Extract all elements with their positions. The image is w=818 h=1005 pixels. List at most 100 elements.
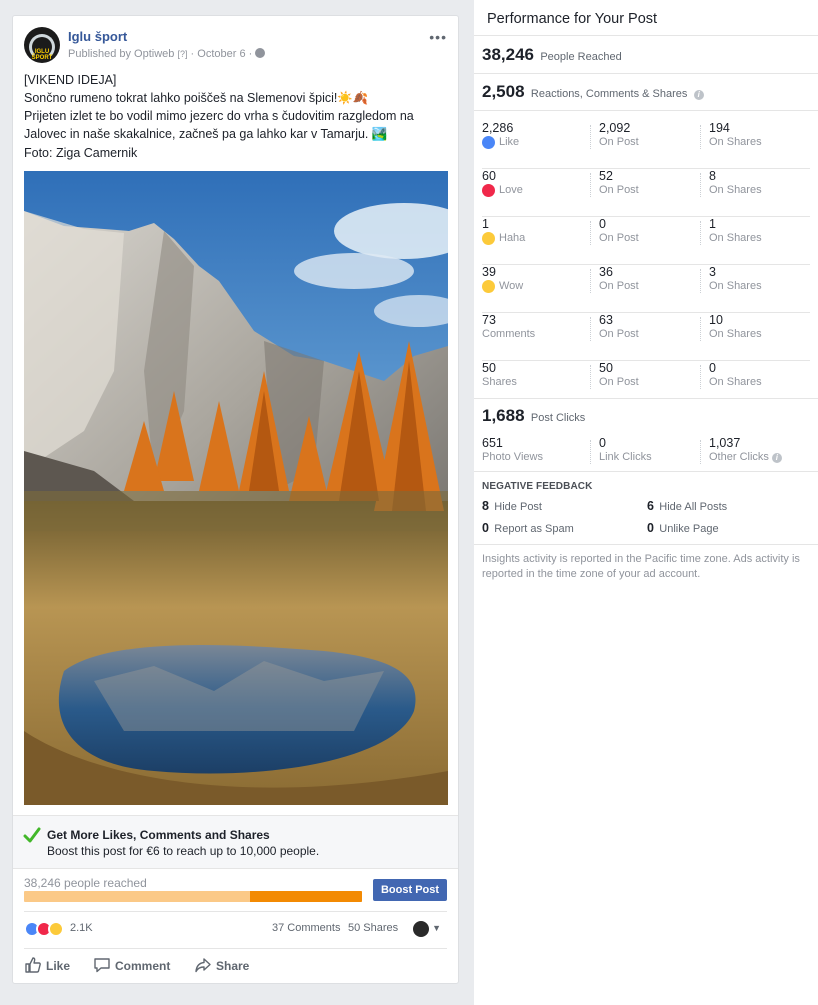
- divider: [474, 35, 818, 36]
- on-shares-value: 1: [709, 217, 716, 231]
- on-post-value: 52: [599, 169, 613, 183]
- link-clicks-value: 0: [599, 436, 606, 450]
- divider: [474, 544, 818, 545]
- love-icon: [482, 183, 495, 197]
- stat-row-like: 2,286 Like 2,092 On Post 194 On Shares: [482, 121, 810, 169]
- on-post-label: On Post: [599, 280, 639, 292]
- stat-total-cell: 73 Comments: [482, 313, 590, 345]
- hide-all-value: 6: [647, 499, 654, 513]
- photo-views-value: 651: [482, 436, 503, 450]
- hide-post-stat: 8 Hide Post: [482, 499, 542, 513]
- stat-name: Shares: [482, 376, 517, 388]
- stat-total: 60: [482, 169, 496, 183]
- timezone-footnote: Insights activity is reported in the Pac…: [482, 553, 800, 580]
- avatar-logo-text: IGLU ŠPORT: [31, 49, 53, 61]
- stat-row-wow: 39 Wow 36 On Post 3 On Shares: [482, 265, 810, 313]
- publisher-label[interactable]: Published by Optiweb: [68, 48, 174, 60]
- stat-name: Comments: [482, 328, 536, 340]
- post-date[interactable]: October 6: [197, 48, 245, 60]
- like-icon: [482, 135, 495, 149]
- comment-label: Comment: [115, 959, 171, 973]
- globe-icon[interactable]: [255, 48, 266, 58]
- on-post-cell: 50 On Post: [590, 361, 700, 389]
- page-mini-avatar[interactable]: [413, 921, 429, 937]
- other-clicks-cell: 1,037 Other Clicks i: [700, 436, 810, 464]
- comments-count[interactable]: 37 Comments: [272, 922, 340, 934]
- comment-button[interactable]: Comment: [93, 955, 183, 977]
- report-spam-stat: 0 Report as Spam: [482, 521, 574, 535]
- spam-label: Report as Spam: [494, 523, 574, 535]
- like-label: Like: [46, 959, 71, 973]
- people-reached-label: People Reached: [540, 51, 622, 63]
- on-shares-cell: 3 On Shares: [700, 265, 810, 293]
- on-shares-label: On Shares: [709, 376, 762, 388]
- photo-credit: Foto: Ziga Camernik: [24, 146, 138, 160]
- stat-row-shares: 50 Shares 50 On Post 0 On Shares: [482, 361, 810, 409]
- post-clicks-label: Post Clicks: [530, 412, 586, 424]
- boost-subtitle: Boost this post for €6 to reach up to 10…: [47, 844, 320, 858]
- hide-post-label: Hide Post: [494, 501, 542, 513]
- divider: [474, 398, 818, 399]
- engagement-value: 2,508: [482, 82, 525, 101]
- on-post-label: On Post: [599, 376, 639, 388]
- link-clicks-cell: 0 Link Clicks: [590, 436, 700, 464]
- on-shares-label: On Shares: [709, 328, 762, 340]
- negative-feedback-title: NEGATIVE FEEDBACK: [482, 481, 593, 492]
- divider: [474, 73, 818, 74]
- stat-total: 50: [482, 361, 496, 375]
- boost-post-button[interactable]: Boost Post: [373, 879, 447, 901]
- page-avatar[interactable]: IGLU ŠPORT: [24, 27, 60, 63]
- chevron-down-icon[interactable]: ▼: [432, 923, 441, 933]
- reactions-count[interactable]: 2.1K: [70, 922, 93, 934]
- unlike-label: Unlike Page: [659, 523, 719, 535]
- photo-views-cell: 651 Photo Views: [482, 436, 590, 468]
- reaction-icons[interactable]: [24, 921, 70, 937]
- more-dots-icon[interactable]: •••: [429, 29, 447, 45]
- stat-total-cell: 2,286 Like: [482, 121, 590, 153]
- reach-row: 38,246 people reached Boost Post: [24, 876, 447, 906]
- stat-total-cell: 1 Haha: [482, 217, 590, 249]
- haha-icon: [482, 231, 495, 245]
- post-actions: Like Comment Share: [24, 955, 447, 977]
- on-shares-cell: 1 On Shares: [700, 217, 810, 245]
- stat-name: Love: [499, 184, 523, 196]
- on-shares-cell: 10 On Shares: [700, 313, 810, 341]
- on-post-value: 2,092: [599, 121, 631, 135]
- post-photo[interactable]: [24, 171, 448, 805]
- engagement-label: Reactions, Comments & Shares: [530, 88, 688, 100]
- on-shares-value: 10: [709, 313, 723, 327]
- share-button[interactable]: Share: [194, 955, 264, 977]
- wow-icon: [482, 279, 495, 293]
- mountain-landscape-image: [24, 171, 448, 805]
- unlike-page-stat: 0 Unlike Page: [647, 521, 719, 535]
- stat-total-cell: 50 Shares: [482, 361, 590, 393]
- on-shares-label: On Shares: [709, 184, 762, 196]
- post-clicks-stat: 1,688 Post Clicks: [482, 406, 585, 426]
- stat-name: Like: [499, 136, 520, 148]
- on-post-value: 63: [599, 313, 613, 327]
- info-icon[interactable]: i: [771, 453, 782, 463]
- stat-total: 1: [482, 217, 489, 231]
- shares-count[interactable]: 50 Shares: [348, 922, 398, 934]
- like-button[interactable]: Like: [24, 955, 84, 977]
- divider: [24, 911, 447, 912]
- on-post-label: On Post: [599, 136, 639, 148]
- on-shares-label: On Shares: [709, 136, 762, 148]
- wow-reaction-icon: [48, 921, 64, 937]
- stat-total: 39: [482, 265, 496, 279]
- info-icon[interactable]: i: [693, 90, 704, 100]
- on-post-cell: 0 On Post: [590, 217, 700, 245]
- on-post-label: On Post: [599, 328, 639, 340]
- on-post-label: On Post: [599, 184, 639, 196]
- stat-total: 73: [482, 313, 496, 327]
- engagement-stat: 2,508 Reactions, Comments & Shares i: [482, 82, 704, 102]
- stat-row-haha: 1 Haha 0 On Post 1 On Shares: [482, 217, 810, 265]
- post-text-line: Prijeten izlet te bo vodil mimo jezerc d…: [24, 109, 414, 123]
- page-name-link[interactable]: Iglu šport: [68, 29, 127, 44]
- hide-all-label: Hide All Posts: [659, 501, 728, 513]
- panel-title: Performance for Your Post: [487, 11, 658, 27]
- on-post-cell: 2,092 On Post: [590, 121, 700, 149]
- unlike-value: 0: [647, 521, 654, 535]
- help-mark[interactable]: [?]: [177, 49, 187, 59]
- post-text-line: Jalovec in naše skakalnice, začneš pa ga…: [24, 127, 388, 141]
